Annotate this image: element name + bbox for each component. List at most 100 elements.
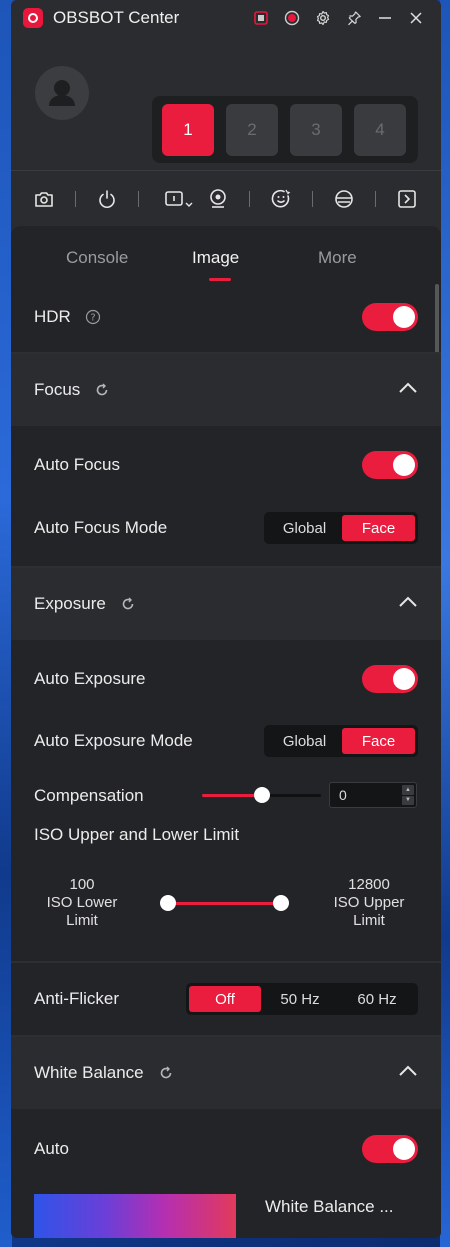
auto-exposure-mode-label: Auto Exposure Mode bbox=[34, 731, 193, 750]
svg-text:?: ? bbox=[90, 313, 95, 324]
iso-upper-handle[interactable] bbox=[273, 895, 289, 911]
device-slot-1[interactable]: 1 bbox=[162, 104, 214, 156]
auto-exposure-mode-row: Auto Exposure Mode Global Face bbox=[11, 710, 441, 772]
white-balance-auto-row: Auto bbox=[11, 1116, 441, 1182]
tab-image[interactable]: Image bbox=[192, 248, 239, 268]
exposure-section-header[interactable]: Exposure bbox=[11, 568, 441, 640]
compensation-slider-handle[interactable] bbox=[254, 787, 270, 803]
focus-mode-face[interactable]: Face bbox=[342, 515, 415, 541]
toolbar-divider bbox=[249, 190, 250, 207]
record-icon[interactable] bbox=[276, 4, 307, 32]
stepper-down-icon[interactable]: ▼ bbox=[402, 795, 414, 805]
anti-flicker-60hz[interactable]: 60 Hz bbox=[339, 986, 415, 1012]
white-balance-auto-toggle[interactable] bbox=[362, 1135, 418, 1163]
white-balance-title: White Balance bbox=[34, 1063, 144, 1082]
device-slot-group: 1 2 3 4 bbox=[152, 96, 418, 163]
tab-bar: Console Image More bbox=[11, 226, 441, 282]
iso-upper-block: 12800 ISO Upper Limit bbox=[323, 876, 415, 930]
toolbar-divider bbox=[138, 190, 139, 207]
iso-lower-value: 100 bbox=[69, 876, 95, 893]
compensation-stepper[interactable]: 0 ▲ ▼ bbox=[329, 782, 417, 808]
white-balance-section-header[interactable]: White Balance bbox=[11, 1037, 441, 1109]
anti-flicker-off[interactable]: Off bbox=[189, 986, 261, 1012]
device-area: 1 2 3 4 bbox=[11, 36, 441, 166]
auto-focus-mode-segmented: Global Face bbox=[264, 512, 418, 544]
collapse-chevron-icon[interactable] bbox=[398, 380, 418, 400]
pin-icon[interactable] bbox=[338, 4, 369, 32]
iso-lower-block: 100 ISO Lower Limit bbox=[36, 876, 128, 930]
exposure-mode-global[interactable]: Global bbox=[267, 728, 342, 754]
window-icon[interactable] bbox=[245, 4, 276, 32]
focus-title: Focus bbox=[34, 380, 81, 399]
close-icon[interactable] bbox=[400, 4, 431, 32]
anti-flicker-row: Anti-Flicker Off 50 Hz 60 Hz bbox=[11, 963, 441, 1035]
auto-exposure-label: Auto Exposure bbox=[34, 669, 146, 688]
power-icon[interactable] bbox=[96, 179, 118, 219]
tab-console[interactable]: Console bbox=[66, 248, 128, 268]
video-mode-icon[interactable] bbox=[159, 179, 199, 219]
focus-mode-global[interactable]: Global bbox=[267, 515, 342, 541]
exposure-mode-face[interactable]: Face bbox=[342, 728, 415, 754]
gimbal-icon[interactable] bbox=[333, 179, 355, 219]
device-slot-4[interactable]: 4 bbox=[354, 104, 406, 156]
camera-toolbar bbox=[11, 170, 441, 226]
stepper-up-icon[interactable]: ▲ bbox=[402, 785, 414, 795]
hdr-toggle[interactable] bbox=[362, 303, 418, 331]
iso-upper-label: ISO Upper bbox=[333, 894, 405, 911]
hdr-label: HDR bbox=[34, 307, 71, 326]
iso-limit-label: ISO Upper and Lower Limit bbox=[34, 825, 240, 844]
white-balance-preset-label[interactable]: White Balance ... bbox=[265, 1197, 394, 1217]
reset-icon[interactable] bbox=[94, 382, 110, 398]
anti-flicker-label: Anti-Flicker bbox=[34, 989, 120, 1008]
avatar[interactable] bbox=[35, 66, 89, 120]
collapse-chevron-icon[interactable] bbox=[398, 594, 418, 614]
active-tab-indicator bbox=[209, 278, 231, 281]
webcam-icon[interactable] bbox=[207, 179, 229, 219]
ai-tracking-icon[interactable] bbox=[270, 179, 292, 219]
iso-upper-label-line2: Limit bbox=[353, 912, 385, 929]
auto-focus-toggle[interactable] bbox=[362, 451, 418, 479]
app-title: OBSBOT Center bbox=[53, 8, 180, 27]
auto-exposure-row: Auto Exposure bbox=[11, 646, 441, 712]
iso-range-fill[interactable] bbox=[168, 902, 281, 905]
minimize-icon[interactable] bbox=[369, 4, 400, 32]
collapse-chevron-icon[interactable] bbox=[398, 1063, 418, 1083]
white-balance-color-preview[interactable] bbox=[34, 1194, 236, 1238]
auto-focus-mode-row: Auto Focus Mode Global Face bbox=[11, 496, 441, 560]
exposure-title: Exposure bbox=[34, 594, 106, 613]
auto-exposure-toggle[interactable] bbox=[362, 665, 418, 693]
auto-focus-row: Auto Focus bbox=[11, 431, 441, 499]
device-slot-3[interactable]: 3 bbox=[290, 104, 342, 156]
iso-lower-label: ISO Lower bbox=[46, 894, 118, 911]
help-icon[interactable]: ? bbox=[85, 309, 101, 325]
compensation-slider-track[interactable] bbox=[262, 794, 321, 797]
expand-panel-icon[interactable] bbox=[396, 179, 418, 219]
compensation-label: Compensation bbox=[34, 786, 144, 805]
obsbot-logo-icon bbox=[23, 8, 43, 28]
reset-icon[interactable] bbox=[158, 1065, 174, 1081]
iso-row: ISO Upper and Lower Limit bbox=[11, 820, 441, 850]
camera-snapshot-icon[interactable] bbox=[33, 179, 55, 219]
iso-lower-handle[interactable] bbox=[160, 895, 176, 911]
title-bar[interactable]: OBSBOT Center bbox=[11, 0, 441, 36]
settings-panel: Console Image More HDR ? Focus Auto Focu… bbox=[11, 226, 441, 1238]
white-balance-auto-label: Auto bbox=[34, 1139, 69, 1158]
iso-upper-value: 12800 bbox=[348, 876, 390, 893]
iso-lower-label-line2: Limit bbox=[66, 912, 98, 929]
desktop-wallpaper-right bbox=[440, 0, 450, 1247]
toolbar-divider bbox=[312, 190, 313, 207]
auto-exposure-mode-segmented: Global Face bbox=[264, 725, 418, 757]
white-balance-preset-row: White Balance ... bbox=[241, 1192, 441, 1222]
settings-icon[interactable] bbox=[307, 4, 338, 32]
tab-more[interactable]: More bbox=[318, 248, 357, 268]
toolbar-divider bbox=[375, 190, 376, 207]
compensation-value[interactable]: 0 bbox=[339, 787, 347, 803]
user-icon bbox=[49, 80, 75, 106]
compensation-slider-fill bbox=[202, 794, 262, 797]
auto-focus-label: Auto Focus bbox=[34, 455, 120, 474]
reset-icon[interactable] bbox=[120, 596, 136, 612]
anti-flicker-50hz[interactable]: 50 Hz bbox=[261, 986, 339, 1012]
device-slot-2[interactable]: 2 bbox=[226, 104, 278, 156]
focus-section-header[interactable]: Focus bbox=[11, 354, 441, 426]
app-window: OBSBOT Center 1 2 3 4 Console Image More… bbox=[11, 0, 441, 1238]
